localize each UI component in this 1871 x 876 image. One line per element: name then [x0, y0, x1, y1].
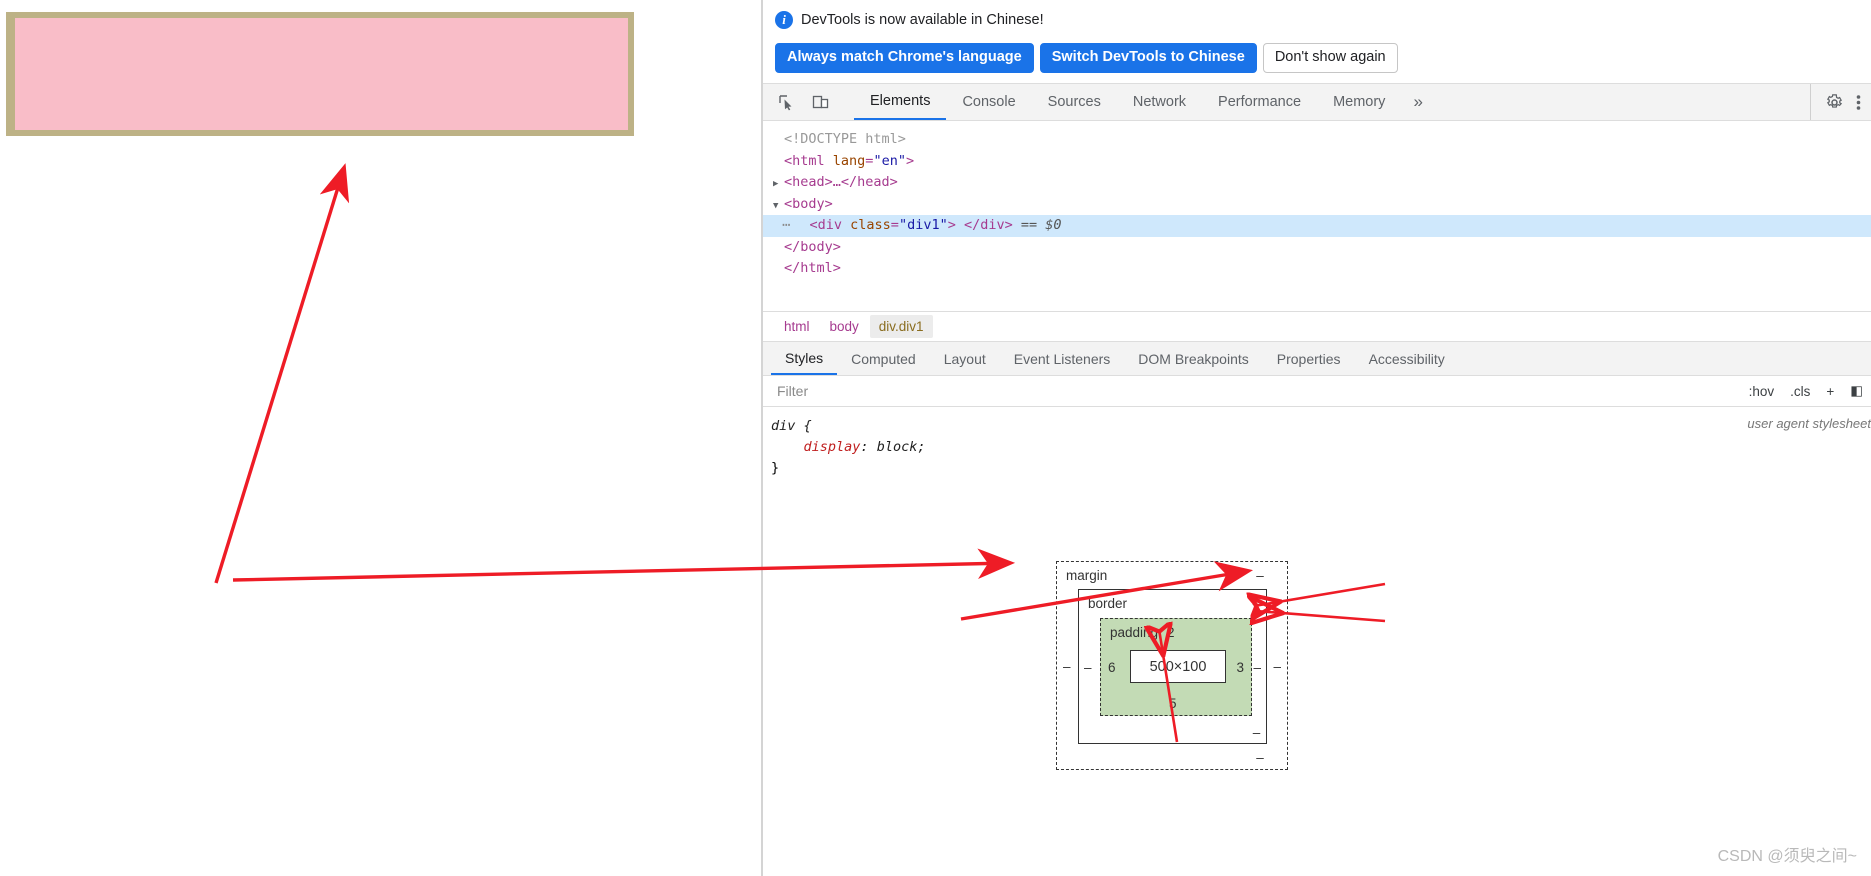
- tab-computed[interactable]: Computed: [837, 342, 930, 375]
- tab-elements[interactable]: Elements: [854, 84, 947, 120]
- inspect-element-icon[interactable]: [773, 89, 799, 115]
- doctype-text: <!DOCTYPE html>: [784, 131, 906, 147]
- toolbar-icon-group: [763, 84, 854, 120]
- devtools-main-toolbar: Elements Console Sources Network Perform…: [763, 83, 1871, 121]
- toolbar-right-group: [1810, 84, 1871, 120]
- html-close-text: </html>: [784, 260, 841, 276]
- box-model-area: margin – – – – border – – – – padding 2 …: [763, 494, 1871, 794]
- html-attr-name: lang: [832, 152, 866, 169]
- margin-left-value[interactable]: –: [1063, 659, 1071, 674]
- dont-show-again-button[interactable]: Don't show again: [1262, 43, 1398, 73]
- page-viewport: [0, 0, 761, 876]
- tab-layout[interactable]: Layout: [930, 342, 1000, 375]
- padding-bottom-value[interactable]: 5: [1169, 696, 1177, 711]
- gear-icon[interactable]: [1825, 93, 1844, 112]
- padding-left-value[interactable]: 6: [1108, 660, 1116, 675]
- border-bottom-value[interactable]: –: [1079, 725, 1350, 740]
- tab-dom-breakpoints[interactable]: DOM Breakpoints: [1124, 342, 1262, 375]
- head-text: <head>…</head>: [784, 174, 898, 190]
- new-style-rule-button[interactable]: +: [1818, 384, 1842, 399]
- breadcrumb-item-body[interactable]: body: [821, 315, 868, 338]
- dom-line-body[interactable]: ▼ <body>: [763, 194, 1871, 216]
- breadcrumb: html body div.div1: [763, 311, 1871, 341]
- more-tabs-icon[interactable]: »: [1401, 84, 1434, 120]
- body-close-text: </body>: [784, 238, 841, 255]
- box-model-padding[interactable]: padding 2 6 3 5 500×100: [1100, 618, 1252, 716]
- dom-line-head[interactable]: ▶ <head>…</head>: [763, 172, 1871, 194]
- tab-console[interactable]: Console: [946, 84, 1031, 120]
- notification-message-row: i DevTools is now available in Chinese!: [775, 8, 1871, 32]
- margin-top-value[interactable]: –: [1057, 568, 1375, 583]
- tab-event-listeners[interactable]: Event Listeners: [1000, 342, 1125, 375]
- body-text: <body>: [784, 195, 833, 212]
- css-declaration-line[interactable]: display: block;: [771, 437, 1871, 458]
- border-right-value[interactable]: –: [1253, 660, 1261, 675]
- toggle-hover-state-button[interactable]: :hov: [1741, 384, 1783, 399]
- selected-node-ref: == $0: [1020, 217, 1062, 233]
- tab-accessibility[interactable]: Accessibility: [1355, 342, 1459, 375]
- devtools-language-notification: i DevTools is now available in Chinese! …: [763, 0, 1871, 83]
- device-toolbar-icon[interactable]: [807, 89, 833, 115]
- css-close-brace: }: [771, 460, 780, 476]
- div-attr-name: class: [850, 217, 891, 233]
- dom-tree[interactable]: <!DOCTYPE html> <html lang="en"> ▶ <head>…: [763, 121, 1871, 311]
- border-top-value[interactable]: –: [1079, 596, 1350, 611]
- box-model-border[interactable]: border – – – – padding 2 6 3 5 500×100: [1078, 589, 1267, 744]
- tab-network[interactable]: Network: [1117, 84, 1202, 120]
- collapse-body-icon[interactable]: ▼: [773, 196, 784, 218]
- dom-line-html-close[interactable]: </html>: [763, 258, 1871, 280]
- dom-line-div1[interactable]: ⋯ <div class="div1"> </div> == $0: [763, 215, 1871, 237]
- css-property-value[interactable]: block;: [877, 439, 926, 455]
- expand-head-icon[interactable]: ▶: [773, 174, 784, 196]
- tab-styles[interactable]: Styles: [771, 342, 838, 375]
- notification-buttons: Always match Chrome's language Switch De…: [775, 43, 1871, 73]
- html-attr-value: "en": [873, 152, 906, 169]
- css-property-name[interactable]: display: [804, 439, 861, 455]
- dom-line-doctype[interactable]: <!DOCTYPE html>: [763, 129, 1871, 151]
- stylesheet-origin-label: user agent stylesheet: [1747, 416, 1871, 431]
- div-attr-value: "div1": [898, 217, 948, 233]
- toggle-element-classes-button[interactable]: .cls: [1782, 384, 1818, 399]
- margin-bottom-value[interactable]: –: [1057, 750, 1375, 765]
- box-model-margin[interactable]: margin – – – – border – – – – padding 2 …: [1056, 561, 1288, 770]
- node-badge-dots[interactable]: ⋯: [773, 217, 810, 233]
- styles-filter-row: :hov .cls + ◧: [763, 376, 1871, 407]
- watermark: CSDN @须臾之间~: [1717, 848, 1857, 865]
- breadcrumb-item-html[interactable]: html: [775, 315, 819, 338]
- css-selector-line[interactable]: div {: [771, 416, 1871, 437]
- tab-sources[interactable]: Sources: [1032, 84, 1117, 120]
- css-selector: div {: [771, 418, 812, 434]
- div1-preview-box: [6, 12, 634, 136]
- devtools-panel: i DevTools is now available in Chinese! …: [763, 0, 1871, 876]
- tab-performance[interactable]: Performance: [1202, 84, 1317, 120]
- breadcrumb-item-div-div1[interactable]: div.div1: [869, 315, 933, 338]
- styles-filter-input[interactable]: [763, 376, 1741, 406]
- info-icon: i: [775, 11, 793, 29]
- padding-right-value[interactable]: 3: [1236, 660, 1244, 675]
- notification-message: DevTools is now available in Chinese!: [801, 12, 1044, 28]
- tab-memory[interactable]: Memory: [1317, 84, 1401, 120]
- border-left-value[interactable]: –: [1084, 660, 1092, 675]
- computed-sidebar-toggle-button[interactable]: ◧: [1842, 383, 1871, 399]
- padding-top-value[interactable]: 2: [1167, 625, 1175, 640]
- css-rule-block: div { display: block; } user agent style…: [763, 407, 1871, 494]
- devtools-tab-list: Elements Console Sources Network Perform…: [854, 84, 1810, 120]
- styles-pane-tab-list: Styles Computed Layout Event Listeners D…: [763, 341, 1871, 376]
- margin-right-value[interactable]: –: [1273, 659, 1281, 674]
- always-match-chrome-language-button[interactable]: Always match Chrome's language: [775, 43, 1034, 73]
- kebab-menu-icon[interactable]: [1856, 93, 1861, 112]
- box-model-padding-label: padding: [1110, 625, 1159, 640]
- box-model-content[interactable]: 500×100: [1130, 650, 1226, 683]
- switch-devtools-to-chinese-button[interactable]: Switch DevTools to Chinese: [1039, 43, 1257, 73]
- dom-line-body-close[interactable]: </body>: [763, 237, 1871, 259]
- tab-properties[interactable]: Properties: [1263, 342, 1355, 375]
- dom-line-html[interactable]: <html lang="en">: [763, 151, 1871, 173]
